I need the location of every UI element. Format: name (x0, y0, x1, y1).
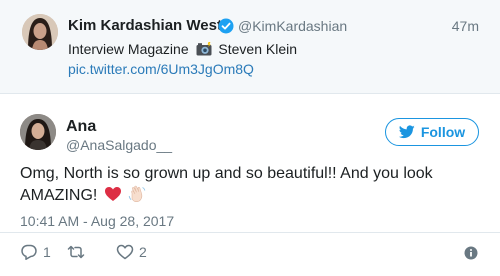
tweet-text-line1: Omg, North is so grown up and so beautif… (20, 165, 433, 182)
camera-flash-icon (196, 42, 212, 56)
parent-tweet-link[interactable]: pic.twitter.com/6Um3JgOm8Q (68, 61, 254, 77)
red-heart-icon (104, 187, 121, 201)
author-avatar[interactable] (20, 114, 56, 150)
retweet-action[interactable] (67, 243, 85, 261)
retweet-icon (67, 245, 85, 259)
tweet-text: Omg, North is so grown up and so beautif… (20, 163, 480, 207)
tweet-embed-card: Kim Kardashian West @KimKardashian 47m I… (0, 0, 500, 276)
tweet-timestamp[interactable]: 10:41 AM - Aug 28, 2017 (20, 213, 174, 229)
parent-author-handle[interactable]: @KimKardashian (238, 18, 347, 34)
like-count: 2 (139, 244, 147, 260)
tweet-text-line2: AMAZING! (20, 187, 98, 204)
like-icon (116, 244, 134, 260)
parent-author-name[interactable]: Kim Kardashian West (68, 17, 222, 34)
author-name[interactable]: Ana (66, 118, 96, 136)
parent-text-before: Interview Magazine (68, 41, 189, 57)
twitter-bird-icon (398, 125, 415, 139)
author-handle[interactable]: @AnaSalgado__ (66, 137, 172, 153)
parent-text-after: Steven Klein (218, 41, 298, 57)
parent-tweet-text: Interview Magazine Steven Klein (68, 40, 297, 58)
info-icon[interactable] (464, 246, 478, 260)
verified-badge-icon (218, 18, 234, 34)
follow-button-label: Follow (420, 124, 466, 140)
parent-tweet[interactable]: Kim Kardashian West @KimKardashian 47m I… (0, 0, 500, 94)
parent-author-avatar[interactable] (22, 14, 58, 50)
waving-hand-icon (129, 185, 146, 203)
reply-action[interactable]: 1 (20, 243, 51, 261)
parent-tweet-time[interactable]: 47m (452, 18, 479, 34)
reply-count: 1 (43, 244, 51, 260)
like-action[interactable]: 2 (116, 243, 147, 261)
reply-icon (21, 244, 37, 260)
tweet-actions-bar: 1 2 (0, 232, 500, 276)
follow-button[interactable]: Follow (385, 118, 479, 146)
